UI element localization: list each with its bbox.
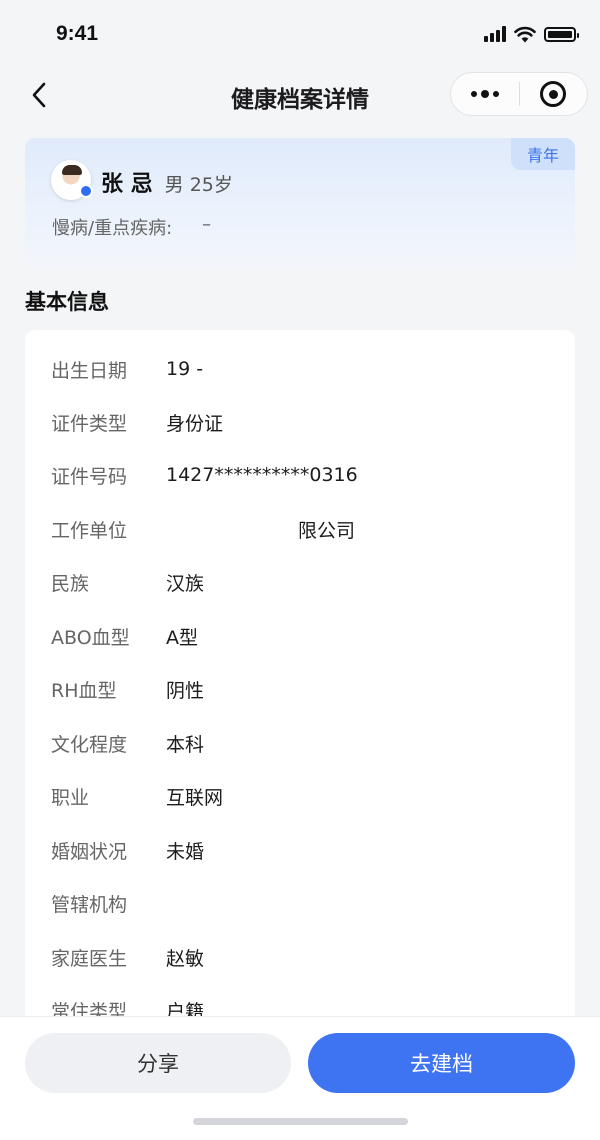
disease-label: 慢病/重点疾病: (52, 218, 173, 239)
status-icons (484, 24, 579, 44)
info-label: 婚姻状况 (51, 840, 128, 863)
bottom-action-bar: 分享 去建档 (0, 1016, 600, 1140)
close-mini-program-button[interactable] (520, 73, 588, 115)
mini-program-capsule (450, 72, 588, 116)
info-value: 身份证 (166, 412, 224, 435)
create-record-button[interactable]: 去建档 (308, 1033, 575, 1093)
battery-icon (544, 26, 579, 42)
gender-age: 男 25岁 (164, 174, 233, 196)
info-row-ethnicity: 民族 汉族 (51, 567, 204, 597)
more-button[interactable] (451, 73, 519, 115)
profile-card: 青年 张 忌 男 25岁 慢病/重点疾病: – (25, 138, 575, 268)
male-gender-icon (79, 184, 93, 198)
info-value: 赵敏 (166, 947, 205, 970)
info-row-birth-date: 出生日期 19 - (51, 354, 203, 384)
disease-value: – (202, 214, 212, 235)
status-bar: 9:41 (0, 0, 600, 70)
share-button[interactable]: 分享 (25, 1033, 291, 1093)
info-label: 家庭医生 (51, 947, 128, 970)
info-label: 管辖机构 (51, 893, 128, 916)
info-row-marital-status: 婚姻状况 未婚 (51, 835, 204, 865)
info-label: 工作单位 (51, 519, 128, 542)
info-value: 1427**********0316 (166, 464, 358, 486)
status-time: 9:41 (56, 22, 99, 45)
info-row-id-number: 证件号码 1427**********0316 (51, 460, 358, 490)
info-row-employer: 工作单位 限公司 (51, 514, 355, 544)
info-value: 本科 (166, 733, 205, 756)
info-label: 职业 (51, 786, 90, 809)
wifi-icon (514, 26, 536, 42)
name-row: 张 忌 男 25岁 (101, 166, 233, 198)
info-row-id-type: 证件类型 身份证 (51, 407, 223, 437)
info-row-jurisdiction: 管辖机构 (51, 888, 166, 918)
info-row-rh-blood-type: RH血型 阴性 (51, 674, 204, 704)
basic-info-card: 出生日期 19 - 证件类型 身份证 证件号码 1427**********03… (25, 330, 575, 1030)
info-row-education: 文化程度 本科 (51, 728, 204, 758)
info-value: 汉族 (166, 572, 205, 595)
info-row-abo-blood-type: ABO血型 A型 (51, 621, 198, 651)
info-value: 阴性 (166, 679, 205, 702)
info-value: 未婚 (166, 840, 205, 863)
age-group-tag: 青年 (511, 138, 575, 170)
section-title-basic-info: 基本信息 (25, 290, 109, 314)
info-value: A型 (166, 626, 198, 649)
info-row-occupation: 职业 互联网 (51, 781, 223, 811)
cellular-signal-icon (484, 26, 506, 42)
disease-row: 慢病/重点疾病: – (52, 214, 211, 240)
info-label: ABO血型 (51, 626, 130, 649)
info-value: 19 - (166, 358, 204, 380)
user-name: 张 忌 (101, 172, 153, 197)
info-label: 证件号码 (51, 465, 128, 488)
more-dots-icon (470, 90, 499, 98)
info-label: 证件类型 (51, 412, 128, 435)
info-label: 出生日期 (51, 359, 128, 382)
info-row-family-doctor: 家庭医生 赵敏 (51, 942, 204, 972)
info-value: 限公司 (298, 519, 356, 542)
info-label: RH血型 (51, 679, 117, 702)
info-label: 民族 (51, 572, 90, 595)
nav-bar: 健康档案详情 (0, 70, 600, 120)
target-circle-icon (540, 81, 567, 107)
info-label: 文化程度 (51, 733, 128, 756)
home-indicator (193, 1118, 408, 1125)
info-value: 互联网 (166, 786, 224, 809)
